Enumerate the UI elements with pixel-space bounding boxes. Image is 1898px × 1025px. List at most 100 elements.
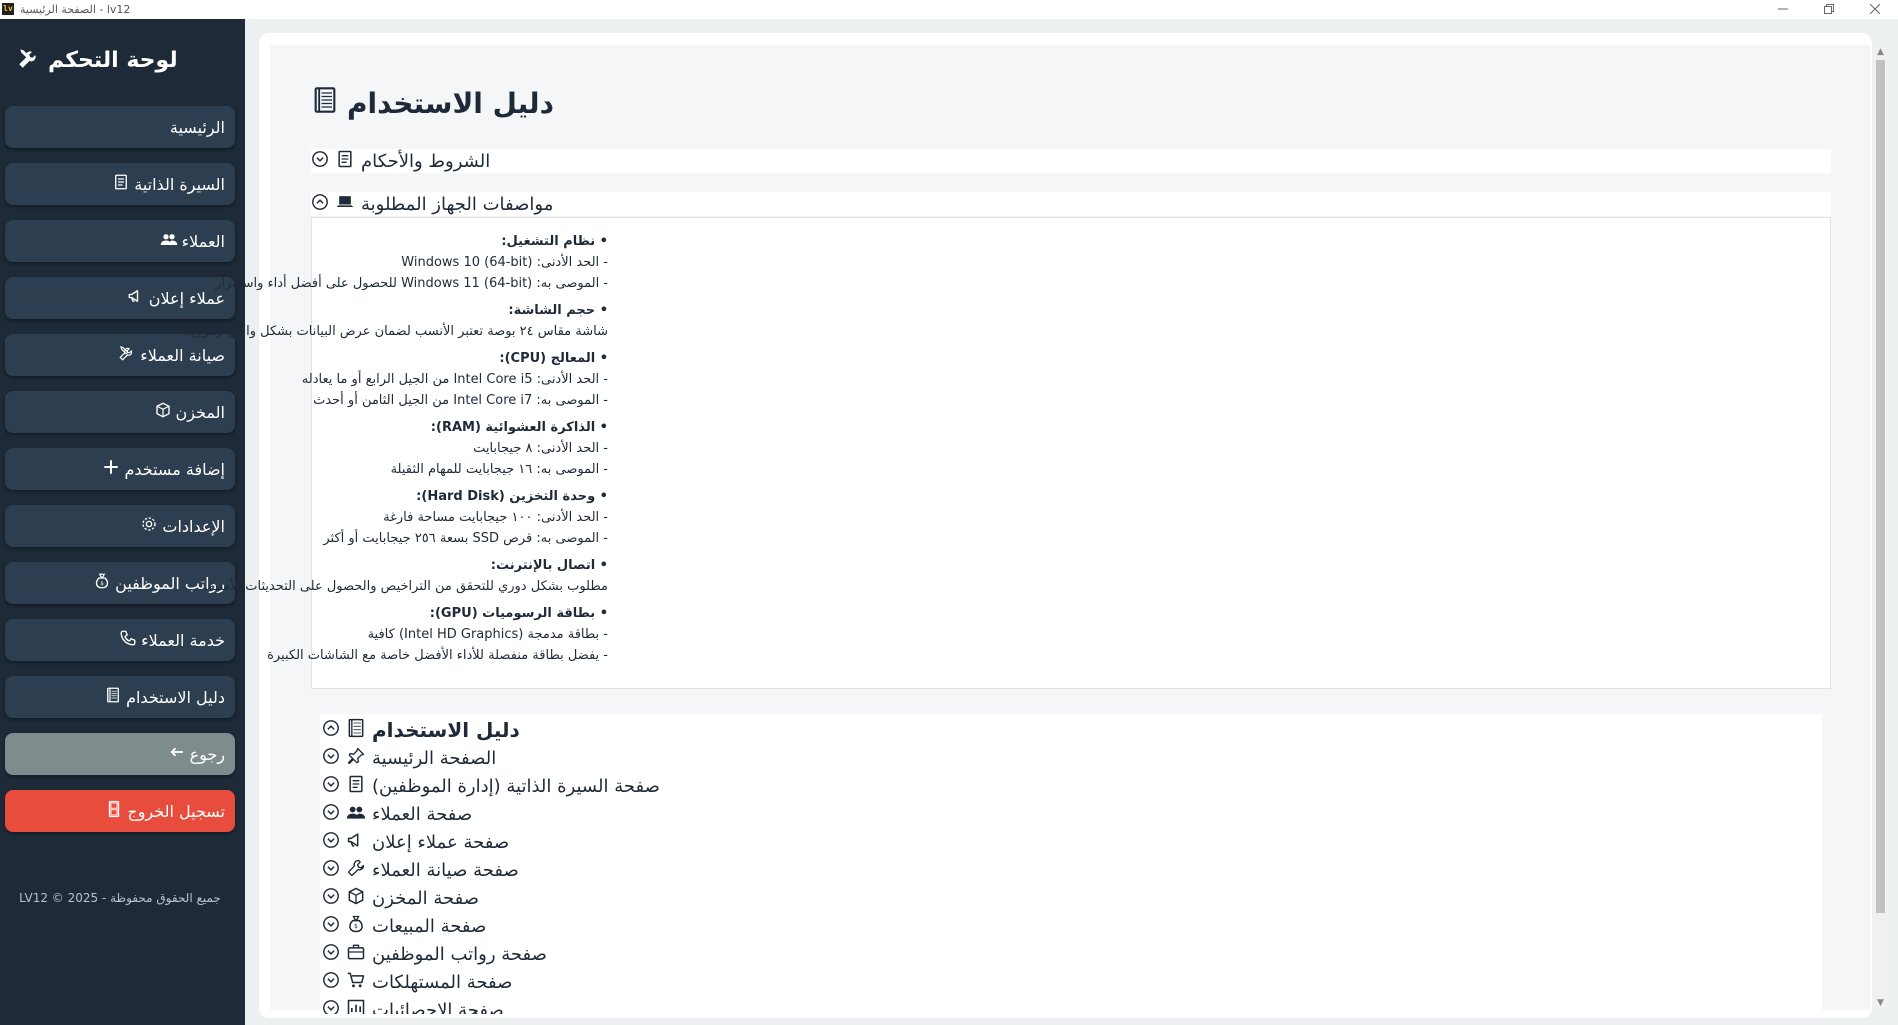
arrow-left-icon [168,743,186,765]
back-button[interactable]: رجوع [5,733,235,775]
spec-line: • بطاقة الرسوميات (GPU): [429,606,608,621]
guide-item[interactable]: صفحة المستهلكات [322,969,512,995]
close-icon[interactable] [1852,0,1898,18]
chevron-down-icon[interactable] [311,150,329,173]
sidebar-item-label: الرئيسية [169,117,225,137]
sidebar-item-label: رجوع [189,744,225,764]
users-icon [346,802,366,827]
sidebar-item-user-guide[interactable]: دليل الاستخدام [5,676,235,718]
guide-item-label: صفحة المخزن [372,887,480,909]
guide-item-label: صفحة رواتب الموظفين [372,943,547,965]
guide-item[interactable]: صفحة السيرة الذاتية (إدارة الموظفين) [322,773,660,799]
svg-text:$: $ [101,581,104,587]
chevron-up-icon[interactable] [311,193,329,216]
logout-button[interactable]: تسجيل الخروج [5,790,235,832]
sidebar-item-label: إضافة مستخدم [124,459,225,479]
sidebar-item-home[interactable]: الرئيسية [5,106,235,148]
chevron-down-icon[interactable] [322,971,340,994]
guide-item-label: صفحة المستهلكات [372,971,513,993]
sidebar-item-label: الإعدادات [162,516,225,536]
spec-line: - الموصى به: Windows 11 (64-bit) للحصول … [215,276,608,291]
guide-item[interactable]: صفحة عملاء إعلان [322,829,509,855]
box-icon [346,886,366,911]
megaphone-icon [127,287,145,309]
sidebar-item-maintenance[interactable]: صيانة العملاء [5,334,235,376]
notebook-icon [104,686,122,708]
specs-accordion-header[interactable]: مواصفات الجهاز المطلوبة [311,192,1831,216]
sidebar-item-label: عملاء إعلان [148,288,225,308]
chevron-down-icon[interactable] [322,887,340,910]
guide-item-label: صفحة صيانة العملاء [372,859,519,881]
scroll-up-icon[interactable]: ▲ [1872,45,1889,59]
terms-accordion-label: الشروط والأحكام [361,150,491,172]
users-icon [160,230,178,252]
spec-line: - الموصى به: ١٦ جيجابايت للمهام الثقيلة [390,462,608,477]
chevron-down-icon[interactable] [322,999,340,1014]
sidebar-brand-title: لوحة التحكم [48,47,178,73]
chevron-down-icon[interactable] [322,775,340,798]
guide-item[interactable]: الصفحة الرئيسية [322,745,496,771]
terms-accordion-header[interactable]: الشروط والأحكام [311,149,1831,173]
spec-line: - الحد الأدنى: ٨ جيجابايت [473,441,608,456]
app-icon: lv [2,3,14,15]
chevron-down-icon[interactable] [322,915,340,938]
sidebar-item-warehouse[interactable]: المخزن [5,391,235,433]
laptop-icon [335,192,355,217]
guide-item[interactable]: صفحة رواتب الموظفين [322,941,547,967]
window-title: الصفحة الرئيسية - lv12 [20,2,131,16]
guide-item-label: صفحة عملاء إعلان [372,831,510,853]
chevron-down-icon[interactable] [322,943,340,966]
chevron-down-icon[interactable] [322,859,340,882]
spec-line: - الموصى به: قرص SSD بسعة ٢٥٦ جيجابايت أ… [323,531,608,546]
guide-item[interactable]: صفحة الإحصائيات [322,997,504,1014]
document-icon [346,774,366,799]
sidebar-item-cv[interactable]: السيرة الذاتية [5,163,235,205]
chevron-down-icon[interactable] [322,831,340,854]
scrollbar-thumb[interactable] [1876,60,1885,913]
sidebar-item-label: المخزن [175,402,225,422]
spec-line: شاشة مقاس ٢٤ بوصة تعتبر الأنسب لضمان عرض… [186,324,608,339]
sidebar: لوحة التحكم الرئيسية السيرة الذاتية العم… [0,19,245,1025]
spec-line: - الموصى به: Intel Core i7 من الجيل الثا… [313,393,608,408]
sidebar-item-add-user[interactable]: إضافة مستخدم [5,448,235,490]
notebook-icon [346,718,366,743]
guide-item[interactable]: دليل الاستخدام [322,717,520,743]
spec-line: • وحدة التخزين (Hard Disk): [416,489,608,504]
spec-line: • اتصال بالإنترنت: [490,558,608,573]
guide-item[interactable]: صفحة المخزن [322,885,479,911]
sidebar-nav: الرئيسية السيرة الذاتية العملاء عملاء إع… [5,106,235,847]
scroll-down-icon[interactable]: ▼ [1872,996,1889,1010]
money-bag-icon: $ [93,572,111,594]
spec-line: • المعالج (CPU): [499,351,608,366]
chevron-down-icon[interactable] [322,747,340,770]
phone-icon [119,629,137,651]
document-icon [335,149,355,174]
sidebar-item-customer-service[interactable]: خدمة العملاء [5,619,235,661]
spec-line: - يفضل بطاقة منفصلة للأداء الأفضل خاصة م… [267,648,608,663]
guide-item[interactable]: صفحة صيانة العملاء [322,857,519,883]
guide-item[interactable]: صفحة العملاء [322,801,472,827]
sidebar-item-label: صيانة العملاء [140,345,225,365]
sidebar-item-label: تسجيل الخروج [127,801,225,821]
spec-line: - الحد الأدنى: Intel Core i5 من الجيل ال… [301,372,608,387]
sidebar-item-salaries[interactable]: $ رواتب الموظفين [5,562,235,604]
specs-accordion-label: مواصفات الجهاز المطلوبة [361,193,554,215]
sidebar-brand: لوحة التحكم [16,45,178,75]
spec-line: - الحد الأدنى: ١٠٠ جيجابايت مساحة فارغة [383,510,608,525]
pin-icon [346,746,366,771]
spec-line: • الذاكرة العشوائية (RAM): [430,420,608,435]
guide-item[interactable]: $ صفحة المبيعات [322,913,486,939]
sidebar-item-settings[interactable]: الإعدادات [5,505,235,547]
minimize-icon[interactable] [1760,0,1806,18]
spec-line: • حجم الشاشة: [508,303,608,318]
sidebar-item-label: العملاء [181,231,225,251]
restore-icon[interactable] [1806,0,1852,18]
sidebar-item-ad-customers[interactable]: عملاء إعلان [5,277,235,319]
cart-icon [346,970,366,995]
spec-line: - الحد الأدنى: Windows 10 (64-bit) [401,255,608,270]
guide-item-label: دليل الاستخدام [372,718,520,742]
sidebar-item-customers[interactable]: العملاء [5,220,235,262]
chevron-up-icon[interactable] [322,718,340,742]
content-scrollbar[interactable]: ▲ ▼ [1872,45,1889,1010]
chevron-down-icon[interactable] [322,803,340,826]
